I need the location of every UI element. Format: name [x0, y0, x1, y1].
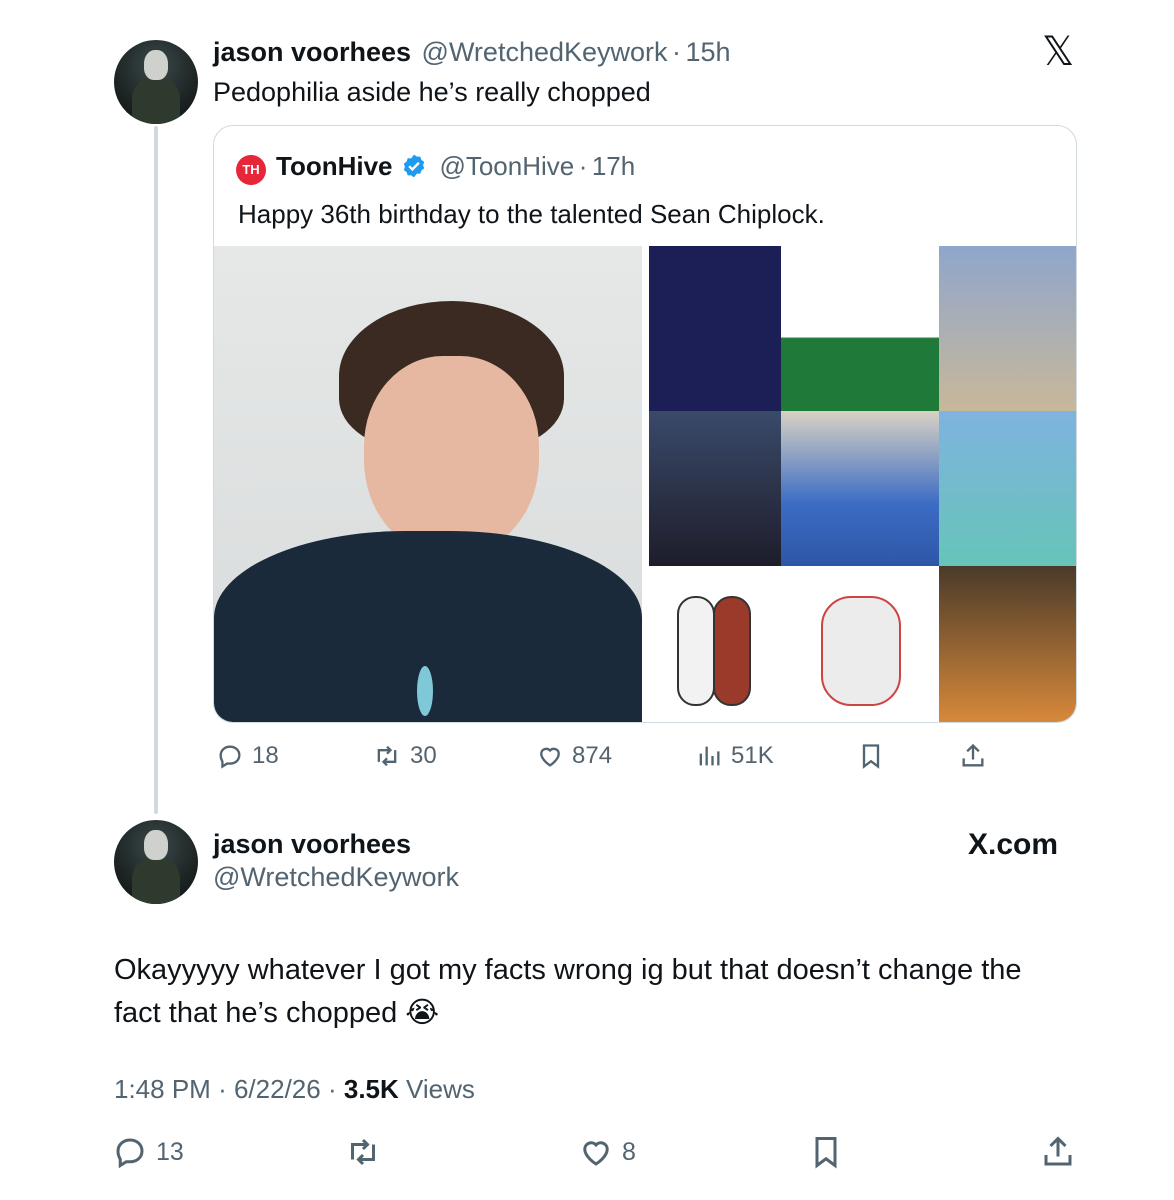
- character-tile-1[interactable]: [649, 246, 781, 411]
- quote-header: ToonHive @ToonHive · 17h: [276, 151, 635, 182]
- tweet1-header: jason voorhees @WretchedKeywork · 15h: [213, 37, 731, 68]
- tweet1-author-handle[interactable]: @WretchedKeywork: [422, 37, 668, 67]
- tweet2-sep-1: ·: [218, 1074, 227, 1104]
- tweet2-sep-2: ·: [327, 1074, 337, 1104]
- photo-portrait[interactable]: [214, 246, 642, 722]
- tweet1-author-name[interactable]: jason voorhees: [213, 37, 411, 67]
- tweet1-separator: ·: [671, 37, 681, 67]
- tweet2-text-line2-content: fact that he’s chopped: [114, 997, 398, 1029]
- character-tile-7[interactable]: [649, 566, 781, 722]
- bookmark-icon: [862, 744, 880, 769]
- heart-icon: [540, 747, 560, 767]
- character-tile-4[interactable]: [649, 411, 781, 566]
- tweet2-reply-button[interactable]: 13: [112, 1134, 184, 1170]
- tweet2-author-name[interactable]: jason voorhees: [213, 829, 411, 860]
- tweet2-bookmark-button[interactable]: [808, 1134, 844, 1170]
- verified-badge-icon: [403, 154, 425, 178]
- reply-icon: [116, 1138, 144, 1169]
- quote-text: Happy 36th birthday to the talented Sean…: [238, 199, 825, 229]
- views-count: 51K: [731, 742, 774, 769]
- tweet2-views-count: 3.5K: [343, 1074, 399, 1104]
- tweet2-text-line2: fact that he’s chopped 😭: [114, 995, 439, 1030]
- character-tile-5[interactable]: [781, 411, 939, 566]
- share-icon: [1044, 1136, 1072, 1166]
- repost-button[interactable]: 30: [372, 742, 437, 770]
- photo-face: [364, 356, 539, 556]
- reply-button[interactable]: 18: [216, 742, 279, 770]
- like-button[interactable]: 874: [536, 742, 612, 770]
- tweet2-views-label: Views: [406, 1074, 475, 1104]
- character-tile-8[interactable]: [781, 566, 939, 722]
- tweet2-like-count: 8: [622, 1137, 636, 1166]
- character-tile-9[interactable]: [939, 566, 1076, 722]
- tweet2-time[interactable]: 1:48 PM: [114, 1074, 211, 1104]
- quote-author-name[interactable]: ToonHive: [276, 151, 393, 181]
- xcom-brand-text: X.com: [968, 828, 1059, 861]
- views-icon: [699, 746, 720, 766]
- tweet1-time[interactable]: 15h: [685, 37, 730, 67]
- toonhive-logo: TH: [236, 155, 266, 185]
- thread-line: [154, 126, 158, 814]
- bookmark-icon: [815, 1137, 837, 1169]
- tweet2-meta: 1:48 PM · 6/22/26 · 3.5K Views: [114, 1074, 475, 1105]
- x-logo-icon: 𝕏: [1042, 29, 1075, 75]
- monokuma-white: [677, 596, 715, 706]
- repost-icon: [377, 745, 397, 767]
- tweet1-text: Pedophilia aside he’s really chopped: [213, 77, 651, 107]
- monokuma-black: [713, 596, 751, 706]
- quoted-tweet[interactable]: TH ToonHive @ToonHive · 17h Happy 36th b…: [213, 125, 1077, 723]
- tweet2-repost-button[interactable]: [344, 1134, 382, 1170]
- quote-time[interactable]: 17h: [592, 151, 635, 181]
- quote-author-handle[interactable]: @ToonHive: [439, 151, 574, 181]
- heart-icon: [583, 1141, 609, 1166]
- quote-media[interactable]: [214, 246, 1076, 722]
- avatar-figure-body: [132, 858, 180, 904]
- bookmark-button[interactable]: [857, 742, 885, 770]
- avatar[interactable]: [114, 820, 198, 904]
- tweet2-text-line1: Okayyyyy whatever I got my facts wrong i…: [114, 954, 1022, 986]
- tweet2-author-handle[interactable]: @WretchedKeywork: [213, 862, 459, 893]
- character-tile-6[interactable]: [939, 411, 1076, 566]
- character-tile-2[interactable]: [781, 246, 939, 411]
- tweet2-share-button[interactable]: [1040, 1134, 1076, 1170]
- avatar[interactable]: [114, 40, 198, 124]
- like-count: 874: [572, 742, 613, 769]
- reply-count: 18: [252, 742, 279, 769]
- tweet2-like-button[interactable]: 8: [578, 1134, 636, 1170]
- avatar-figure-body: [132, 78, 180, 124]
- repost-count: 30: [410, 742, 437, 769]
- character-tile-3[interactable]: [939, 246, 1076, 411]
- repost-icon: [351, 1138, 375, 1166]
- photo-pendant: [417, 666, 433, 716]
- tweet2-reply-count: 13: [156, 1137, 184, 1166]
- pitcher-figure: [821, 596, 901, 706]
- avatar-hockey-mask: [144, 50, 168, 80]
- tweet2-date[interactable]: 6/22/26: [234, 1074, 321, 1104]
- share-icon: [962, 743, 984, 767]
- share-button[interactable]: [959, 742, 987, 770]
- xcom-brand: X.com: [968, 828, 1058, 862]
- crying-face-emoji: 😭: [405, 995, 440, 1029]
- reply-icon: [219, 745, 241, 769]
- avatar-hockey-mask: [144, 830, 168, 860]
- quote-separator: ·: [578, 151, 588, 181]
- views-button[interactable]: 51K: [695, 742, 774, 770]
